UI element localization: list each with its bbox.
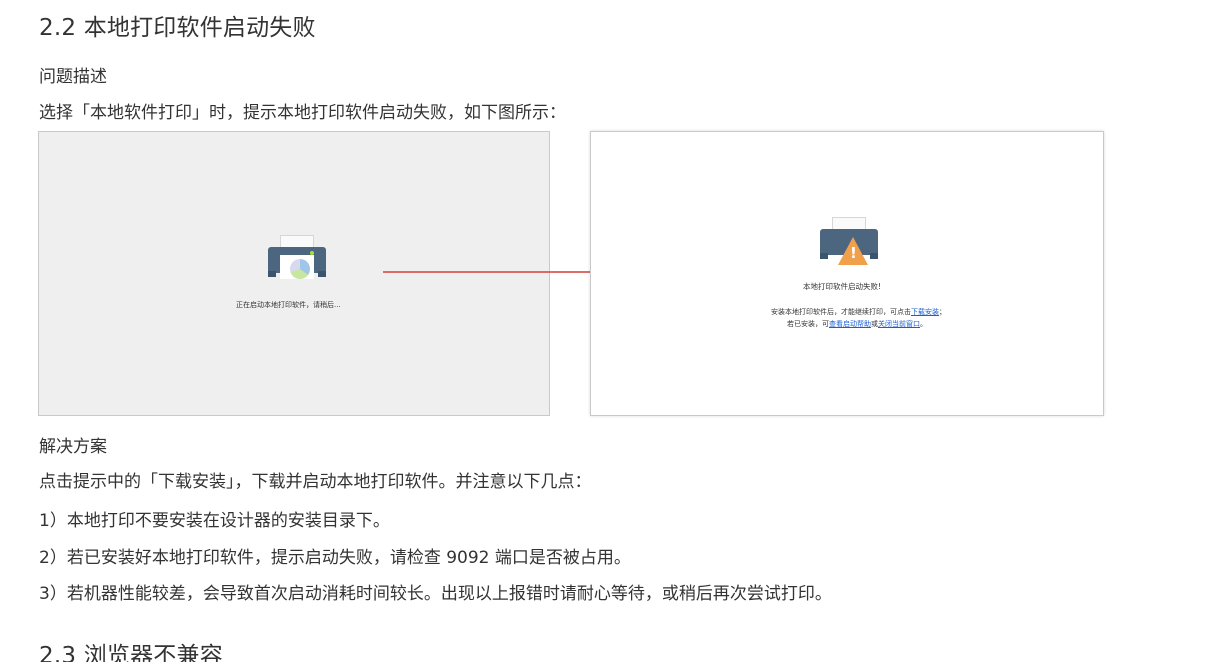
solution-text: 点击提示中的「下载安装」，下载并启动本地打印软件。并注意以下几点： (39, 472, 592, 492)
close-window-link[interactable]: 关闭当前窗口 (878, 320, 920, 328)
error-line-2: 若已安装，可查看启动帮助或关闭当前窗口。 (787, 320, 927, 328)
startup-help-link[interactable]: 查看启动帮助 (829, 320, 871, 328)
printer-icon (268, 235, 326, 281)
problem-heading: 问题描述 (39, 67, 107, 87)
tip-item: 3）若机器性能较差，会导致首次启动消耗时间较长。出现以上报错时请耐心等待，或稍后… (39, 584, 832, 604)
problem-description: 选择「本地软件打印」时，提示本地打印软件启动失败，如下图所示： (39, 103, 566, 123)
error-panel: ! 本地打印软件启动失败! 安装本地打印软件后，才能继续打印，可点击下载安装； … (590, 131, 1104, 416)
download-install-link[interactable]: 下载安装 (911, 308, 939, 316)
loading-text: 正在启动本地打印软件，请稍后... (236, 301, 341, 309)
section-title-2-2: 2.2 本地打印软件启动失败 (39, 15, 316, 41)
error-title: 本地打印软件启动失败! (803, 282, 882, 291)
screenshot-figure: 正在启动本地打印软件，请稍后... ! 本地打印软件启动失败! 安装本地打印软件… (31, 124, 1109, 420)
error-line-1: 安装本地打印软件后，才能继续打印，可点击下载安装； (771, 308, 946, 316)
solution-heading: 解决方案 (39, 437, 107, 457)
tip-item: 2）若已安装好本地打印软件，提示启动失败，请检查 9092 端口是否被占用。 (39, 548, 631, 568)
tip-item: 1）本地打印不要安装在设计器的安装目录下。 (39, 511, 390, 531)
section-title-2-3: 2.3 浏览器不兼容 (39, 643, 223, 662)
printer-icon: ! (820, 217, 878, 271)
